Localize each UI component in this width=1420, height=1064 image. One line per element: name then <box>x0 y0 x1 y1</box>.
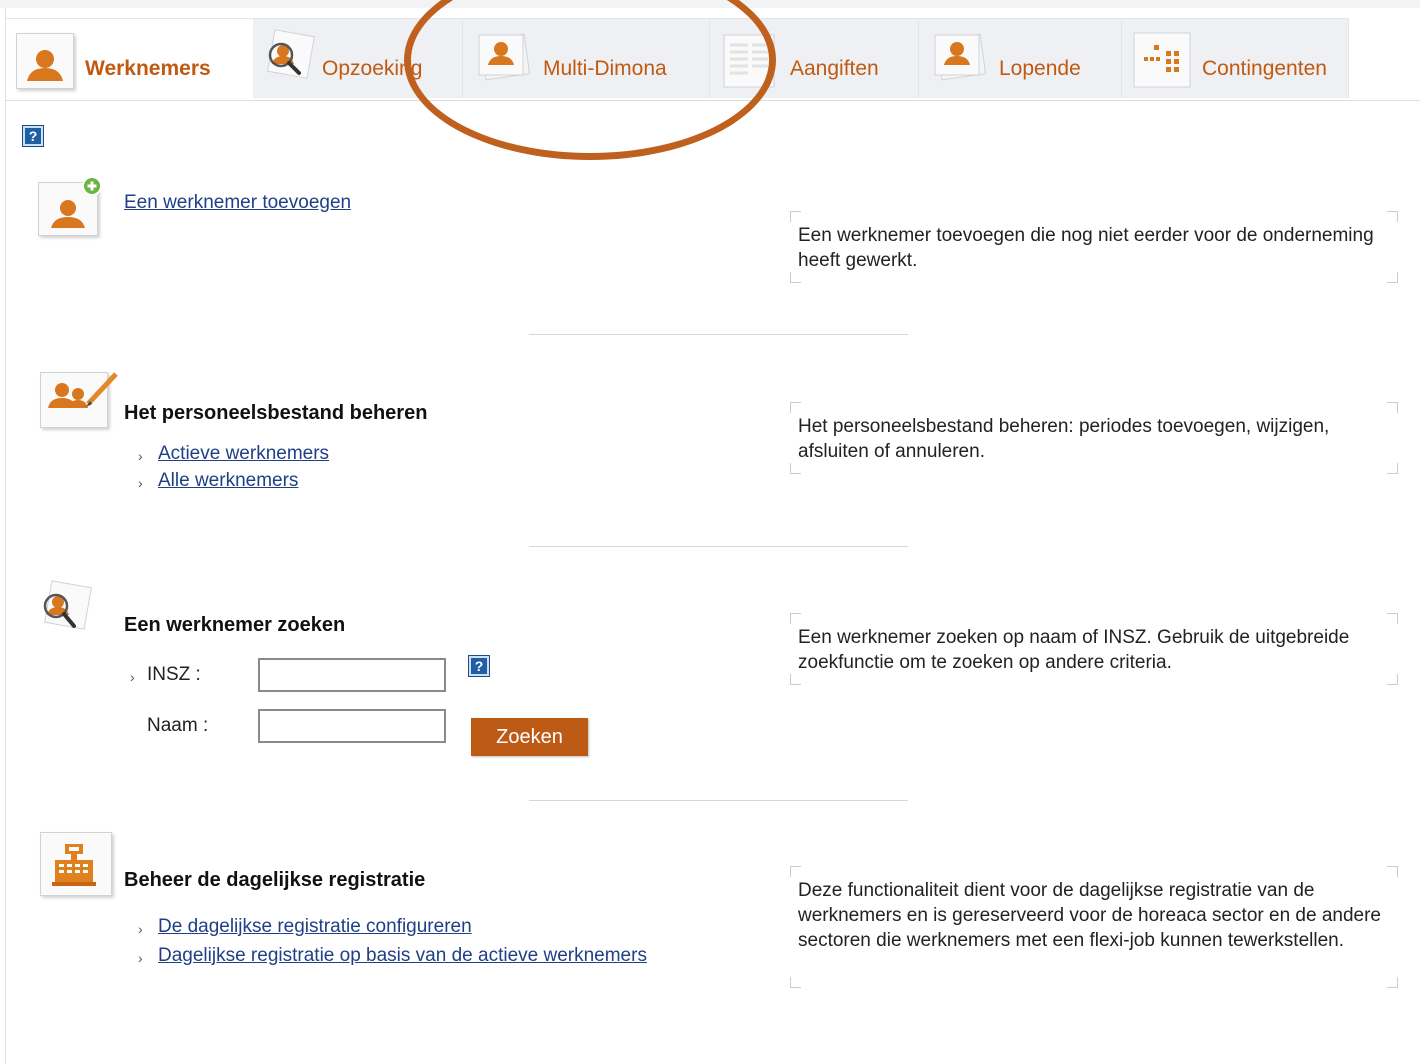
description-text: Een werknemer zoeken op naam of INSZ. Ge… <box>798 627 1350 673</box>
name-label: Naam : <box>147 715 209 736</box>
bullet-icon: › <box>138 921 143 937</box>
help-icon[interactable]: ? <box>468 655 490 677</box>
cash-register-icon <box>38 830 114 898</box>
person-icon <box>14 31 74 91</box>
tab-opzoeking[interactable]: Opzoeking <box>253 18 463 98</box>
insz-label: INSZ : <box>147 664 201 685</box>
tab-aangiften[interactable]: Aangiften <box>710 18 919 98</box>
tab-label: Lopende <box>999 57 1081 80</box>
daily-registration-description: Deze functionaliteit dient voor de dagel… <box>790 866 1398 988</box>
personnel-edit-icon <box>38 366 124 432</box>
top-strip <box>0 0 1420 8</box>
bullet-icon: › <box>138 475 143 491</box>
tab-label: Werknemers <box>85 57 211 80</box>
description-text: Een werknemer toevoegen die nog niet eer… <box>798 225 1374 271</box>
person-search-icon <box>261 29 319 91</box>
daily-registration-title: Beheer de dagelijkse registratie <box>124 869 426 891</box>
section-divider <box>529 546 908 547</box>
help-icon[interactable]: ? <box>22 125 44 147</box>
active-employees-link[interactable]: Actieve werknemers <box>158 443 329 465</box>
search-employee-title: Een werknemer zoeken <box>124 614 346 636</box>
configure-daily-registration-link[interactable]: De dagelijkse registratie configureren <box>158 916 472 938</box>
add-employee-description: Een werknemer toevoegen die nog niet eer… <box>790 211 1398 283</box>
section-divider <box>529 334 908 335</box>
description-text: Deze functionaliteit dient voor de dagel… <box>798 880 1381 951</box>
left-border <box>5 8 6 1064</box>
tab-label: Multi-Dimona <box>543 57 667 80</box>
tab-label: Aangiften <box>790 57 879 80</box>
tab-multi-dimona[interactable]: Multi-Dimona <box>463 18 710 98</box>
search-employee-description: Een werknemer zoeken op naam of INSZ. Ge… <box>790 613 1398 685</box>
bullet-icon: › <box>138 448 143 464</box>
tab-label: Contingenten <box>1202 57 1327 80</box>
description-text: Het personeelsbestand beheren: periodes … <box>798 416 1330 462</box>
name-input[interactable] <box>258 709 446 743</box>
person-stack-icon <box>927 31 987 91</box>
search-button[interactable]: Zoeken <box>471 718 588 756</box>
tab-werknemers[interactable]: Werknemers <box>6 18 253 100</box>
dots-grid-icon <box>1130 31 1191 91</box>
add-person-icon <box>36 176 106 240</box>
daily-registration-active-link[interactable]: Dagelijkse registratie op basis van de a… <box>158 945 647 967</box>
tab-bar: Werknemers Opzoeking Multi-Dimona Aangif… <box>6 18 1420 101</box>
all-employees-link[interactable]: Alle werknemers <box>158 470 298 492</box>
manage-personnel-title: Het personeelsbestand beheren <box>124 402 428 424</box>
add-employee-link[interactable]: Een werknemer toevoegen <box>124 192 351 214</box>
tab-label: Opzoeking <box>322 57 423 80</box>
tab-lopende[interactable]: Lopende <box>919 18 1122 98</box>
section-divider <box>529 800 908 801</box>
bullet-icon: › <box>130 669 135 685</box>
person-stack-icon <box>471 31 531 91</box>
person-search-icon <box>34 580 94 638</box>
manage-personnel-description: Het personeelsbestand beheren: periodes … <box>790 402 1398 474</box>
document-list-icon <box>718 31 776 91</box>
tab-contingenten[interactable]: Contingenten <box>1122 18 1349 98</box>
insz-input[interactable] <box>258 658 446 692</box>
bullet-icon: › <box>138 950 143 966</box>
